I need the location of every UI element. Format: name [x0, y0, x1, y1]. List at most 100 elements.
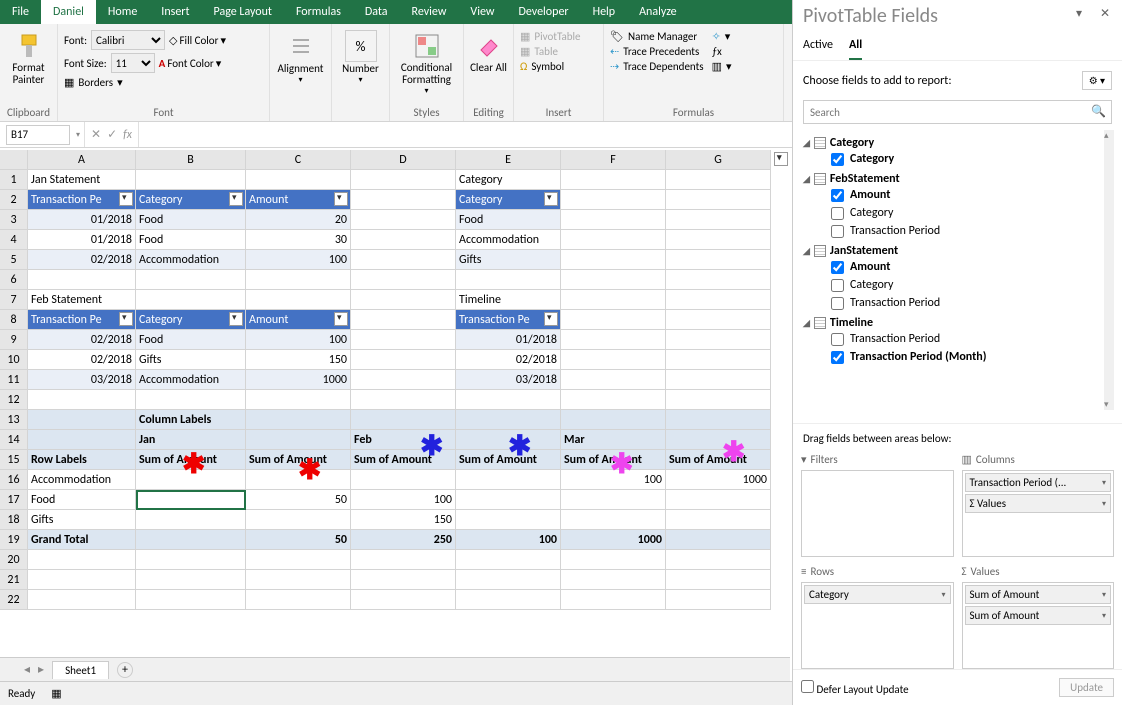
- row-header-14[interactable]: 14: [0, 430, 28, 450]
- filters-dropzone[interactable]: [801, 470, 954, 557]
- cell[interactable]: [666, 590, 771, 610]
- cell[interactable]: Category: [136, 310, 246, 330]
- cell[interactable]: 30: [246, 230, 351, 250]
- columns-dropzone[interactable]: Transaction Period (...▾Σ Values▾: [962, 470, 1115, 557]
- cell[interactable]: [136, 490, 246, 510]
- cell[interactable]: Sum of Amount: [351, 450, 456, 470]
- filter-dropdown-icon[interactable]: [119, 312, 133, 326]
- cell[interactable]: 100: [246, 330, 351, 350]
- pane-tab-all[interactable]: All: [849, 38, 862, 60]
- cell[interactable]: [136, 590, 246, 610]
- field-item[interactable]: Transaction Period: [831, 222, 1112, 240]
- cell[interactable]: [561, 170, 666, 190]
- field-item[interactable]: Transaction Period: [831, 294, 1112, 312]
- filter-dropdown-icon[interactable]: [774, 152, 788, 166]
- cell[interactable]: 02/2018: [28, 250, 136, 270]
- field-item[interactable]: Transaction Period: [831, 330, 1112, 348]
- cell[interactable]: [351, 170, 456, 190]
- cell[interactable]: 02/2018: [28, 330, 136, 350]
- row-header-5[interactable]: 5: [0, 250, 28, 270]
- tab-developer[interactable]: Developer: [506, 0, 580, 24]
- field-checkbox[interactable]: [831, 225, 844, 238]
- tab-file[interactable]: File: [0, 0, 41, 24]
- row-header-4[interactable]: 4: [0, 230, 28, 250]
- cell[interactable]: [666, 310, 771, 330]
- row-header-11[interactable]: 11: [0, 370, 28, 390]
- row-header-12[interactable]: 12: [0, 390, 28, 410]
- field-list-scrollbar[interactable]: [1104, 130, 1114, 410]
- tab-insert[interactable]: Insert: [149, 0, 201, 24]
- cell[interactable]: [561, 490, 666, 510]
- cell[interactable]: [136, 570, 246, 590]
- cell[interactable]: Sum of Amount: [666, 450, 771, 470]
- sheet-nav-next[interactable]: ▸: [38, 662, 44, 677]
- cell[interactable]: [136, 270, 246, 290]
- field-checkbox[interactable]: [831, 333, 844, 346]
- col-header-b[interactable]: B: [136, 150, 246, 170]
- field-checkbox[interactable]: [831, 297, 844, 310]
- font-size-select[interactable]: 11: [111, 53, 155, 73]
- cell[interactable]: Gifts: [456, 250, 561, 270]
- cell[interactable]: [136, 530, 246, 550]
- cell[interactable]: [666, 430, 771, 450]
- cell[interactable]: Sum of Amount: [561, 450, 666, 470]
- pane-gear-button[interactable]: ⚙ ▾: [1082, 71, 1112, 90]
- cell[interactable]: [28, 390, 136, 410]
- cell[interactable]: [351, 190, 456, 210]
- cell[interactable]: [28, 550, 136, 570]
- cell[interactable]: Food: [136, 230, 246, 250]
- cell[interactable]: 01/2018: [28, 230, 136, 250]
- cell[interactable]: [561, 330, 666, 350]
- font-color-button[interactable]: AFont Color ▾: [159, 57, 222, 70]
- field-item[interactable]: Category: [831, 276, 1112, 294]
- row-header-3[interactable]: 3: [0, 210, 28, 230]
- field-checkbox[interactable]: [831, 189, 844, 202]
- cell[interactable]: 50: [246, 490, 351, 510]
- cell[interactable]: [351, 570, 456, 590]
- cell[interactable]: [666, 550, 771, 570]
- row-header-7[interactable]: 7: [0, 290, 28, 310]
- cell[interactable]: [351, 230, 456, 250]
- cell[interactable]: [456, 490, 561, 510]
- filter-dropdown-icon[interactable]: [229, 312, 243, 326]
- cell[interactable]: [666, 190, 771, 210]
- cell[interactable]: [561, 270, 666, 290]
- cell[interactable]: [561, 410, 666, 430]
- cell[interactable]: 150: [351, 510, 456, 530]
- cell[interactable]: 02/2018: [456, 350, 561, 370]
- table-node-JanStatement[interactable]: ◢JanStatement: [803, 244, 1112, 258]
- field-item[interactable]: Amount: [831, 186, 1112, 204]
- cell[interactable]: [246, 570, 351, 590]
- cell[interactable]: [28, 410, 136, 430]
- tab-analyze[interactable]: Analyze: [627, 0, 689, 24]
- cell[interactable]: [246, 470, 351, 490]
- field-checkbox[interactable]: [831, 261, 844, 274]
- cell[interactable]: [666, 170, 771, 190]
- cell[interactable]: [246, 430, 351, 450]
- cell[interactable]: [136, 470, 246, 490]
- cell[interactable]: Transaction Pe: [28, 310, 136, 330]
- cell[interactable]: 150: [246, 350, 351, 370]
- cell[interactable]: [351, 590, 456, 610]
- row-header-6[interactable]: 6: [0, 270, 28, 290]
- cell[interactable]: Column Labels: [136, 410, 246, 430]
- name-box[interactable]: [6, 125, 70, 145]
- cancel-icon[interactable]: ✕: [91, 127, 101, 142]
- cell[interactable]: [456, 570, 561, 590]
- cell[interactable]: Feb: [351, 430, 456, 450]
- cell[interactable]: 50: [246, 530, 351, 550]
- cell[interactable]: [136, 550, 246, 570]
- misc-btn-3[interactable]: ▥▾: [712, 60, 732, 73]
- chevron-down-icon[interactable]: ▾: [1102, 590, 1106, 600]
- cell[interactable]: [246, 410, 351, 430]
- row-header-19[interactable]: 19: [0, 530, 28, 550]
- cell[interactable]: [456, 470, 561, 490]
- cell[interactable]: [28, 570, 136, 590]
- cell[interactable]: [666, 510, 771, 530]
- sheet-tab-sheet1[interactable]: Sheet1: [52, 661, 109, 679]
- cell[interactable]: [561, 290, 666, 310]
- cell[interactable]: [561, 570, 666, 590]
- cell[interactable]: [561, 370, 666, 390]
- cell[interactable]: [456, 410, 561, 430]
- cell[interactable]: [351, 330, 456, 350]
